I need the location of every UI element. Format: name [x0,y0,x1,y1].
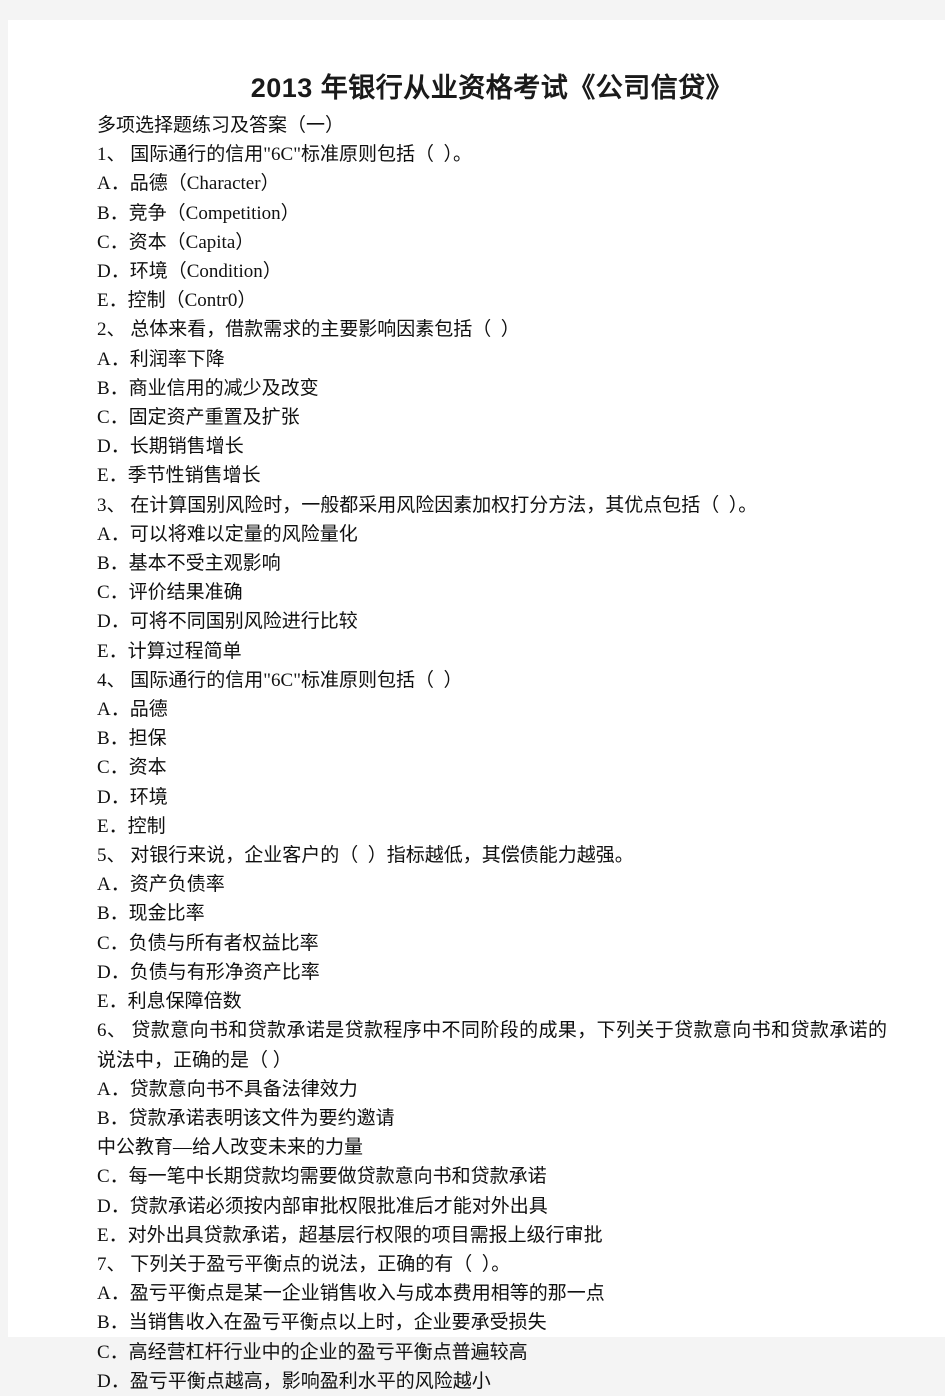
document-content: 2013 年银行从业资格考试《公司信贷》 多项选择题练习及答案（一） 1、 国际… [97,67,887,1396]
question-1-option-e: E．控制（Contr0） [97,290,257,312]
question-7-option-d: D．盈亏平衡点越高，影响盈利水平的风险越小 [97,1370,491,1392]
question-6-option-a: A．贷款意向书不具备法律效力 [97,1078,358,1100]
question-3-option-c: C．评价结果准确 [97,582,243,604]
question-5-option-b: B．现金比率 [97,903,205,925]
question-5-option-e: E．利息保障倍数 [97,991,242,1013]
question-1-stem: 1、 国际通行的信用"6C"标准原则包括（ ）。 [97,140,887,169]
document-page: 2013 年银行从业资格考试《公司信贷》 多项选择题练习及答案（一） 1、 国际… [8,20,945,1392]
question-3-number: 3、 [97,494,126,516]
subtitle-line: 多项选择题练习及答案（一） [97,115,345,136]
question-3-stem: 3、 在计算国别风险时，一般都采用风险因素加权打分方法，其优点包括（ ）。 [97,491,887,520]
question-7-text: 下列关于盈亏平衡点的说法，正确的有（ ）。 [125,1253,511,1275]
question-6-number: 6、 [97,1020,127,1042]
question-2-stem: 2、 总体来看，借款需求的主要影响因素包括（ ） [97,315,887,344]
question-3-option-b: B．基本不受主观影响 [97,553,281,575]
question-4-text: 国际通行的信用"6C"标准原则包括（ ） [125,669,463,691]
question-1-option-a: A．品德（Character） [97,173,280,195]
question-4-option-b: B．担保 [97,728,167,750]
question-4-number: 4、 [97,669,126,691]
question-6-option-b: B．贷款承诺表明该文件为要约邀请 [97,1107,395,1129]
question-6-option-c: C．每一笔中长期贷款均需要做贷款意向书和贷款承诺 [97,1166,547,1188]
page-title: 2013 年银行从业资格考试《公司信贷》 [250,73,734,103]
question-3-text: 在计算国别风险时，一般都采用风险因素加权打分方法，其优点包括（ ）。 [125,494,758,516]
question-2-option-e: E．季节性销售增长 [97,465,261,487]
question-1-option-b: B．竞争（Competition） [97,202,300,224]
question-2-option-d: D．长期销售增长 [97,436,244,458]
question-5-option-a: A．资产负债率 [97,874,225,896]
question-5-option-c: C．负债与所有者权益比率 [97,932,319,954]
question-4-option-d: D．环境 [97,786,168,808]
question-5-stem: 5、 对银行来说，企业客户的（ ）指标越低，其偿债能力越强。 [97,841,887,870]
question-1-text: 国际通行的信用"6C"标准原则包括（ ）。 [125,144,472,166]
question-6-option-e: E．对外出具贷款承诺，超基层行权限的项目需报上级行审批 [97,1224,603,1246]
question-3-option-d: D．可将不同国别风险进行比较 [97,611,358,633]
question-3-option-e: E．计算过程简单 [97,640,242,662]
question-7-stem: 7、 下列关于盈亏平衡点的说法，正确的有（ ）。 [97,1250,887,1279]
question-1-number: 1、 [97,144,126,166]
question-4-option-a: A．品德 [97,699,168,721]
question-4-option-c: C．资本 [97,757,167,779]
question-5-option-d: D．负债与有形净资产比率 [97,961,320,983]
watermark-line: 中公教育—给人改变未来的力量 [97,1137,364,1159]
question-3-option-a: A．可以将难以定量的风险量化 [97,523,358,545]
question-2-number: 2、 [97,319,126,341]
question-7-number: 7、 [97,1253,126,1275]
question-6-stem: 6、 贷款意向书和贷款承诺是贷款程序中不同阶段的成果，下列关于贷款意向书和贷款承… [97,1016,887,1074]
question-2-option-a: A．利润率下降 [97,348,225,370]
question-6-text: 贷款意向书和贷款承诺是贷款程序中不同阶段的成果，下列关于贷款意向书和贷款承诺的说… [97,1020,887,1071]
question-5-text: 对银行来说，企业客户的（ ）指标越低，其偿债能力越强。 [125,845,634,867]
question-2-option-c: C．固定资产重置及扩张 [97,407,300,429]
question-7-option-a: A．盈亏平衡点是某一企业销售收入与成本费用相等的那一点 [97,1283,605,1305]
question-7-option-c: C．高经营杠杆行业中的企业的盈亏平衡点普遍较高 [97,1341,528,1363]
question-2-option-b: B．商业信用的减少及改变 [97,377,319,399]
question-1-option-c: C．资本（Capita） [97,231,255,253]
question-6-option-d: D．贷款承诺必须按内部审批权限批准后才能对外出具 [97,1195,548,1217]
question-2-text: 总体来看，借款需求的主要影响因素包括（ ） [125,319,520,341]
question-4-option-e: E．控制 [97,815,166,837]
question-5-number: 5、 [97,845,126,867]
question-4-stem: 4、 国际通行的信用"6C"标准原则包括（ ） [97,666,887,695]
question-1-option-d: D．环境（Condition） [97,261,282,283]
question-7-option-b: B．当销售收入在盈亏平衡点以上时，企业要承受损失 [97,1312,547,1334]
